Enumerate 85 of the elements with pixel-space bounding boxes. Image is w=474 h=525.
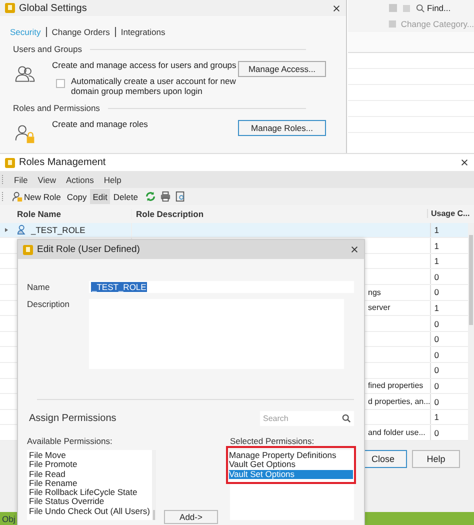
usage-count: 1 — [434, 256, 439, 266]
role-icon — [17, 224, 28, 236]
close-icon[interactable] — [332, 4, 341, 12]
scrollbar[interactable] — [152, 450, 156, 520]
role-description: d properties, an... — [368, 397, 430, 406]
usage-count: 0 — [434, 334, 439, 344]
toolbar-button[interactable]: Copy — [64, 189, 90, 204]
section-heading: Roles and Permissions — [13, 103, 100, 113]
refresh-icon[interactable] — [144, 191, 156, 202]
section-description: Create and manage roles — [52, 119, 149, 129]
role-description: and folder use... — [368, 428, 426, 438]
usage-count: 1 — [434, 240, 439, 251]
search-icon[interactable] — [342, 414, 351, 423]
manage-button[interactable]: Manage Access... — [238, 61, 326, 77]
name-field[interactable]: _TEST_ROLE — [89, 281, 354, 293]
toolbar-button[interactable]: Edit — [90, 189, 110, 204]
column-header[interactable]: Role Name — [11, 208, 131, 219]
users-icon — [14, 63, 36, 85]
list-item[interactable]: Manage Property Definitions — [229, 451, 353, 460]
selected-row[interactable]: _TEST_ROLE 1 — [0, 222, 468, 238]
category-icon — [388, 19, 397, 29]
list-item[interactable]: File Rename — [29, 478, 150, 488]
toolbar-button[interactable]: Delete — [110, 189, 141, 204]
printer-icon[interactable] — [160, 191, 171, 202]
usage-count: 0 — [434, 350, 439, 360]
usage-count: 0 — [434, 396, 439, 407]
description-label: Description — [27, 299, 71, 309]
settings-tab[interactable]: Integrations — [120, 27, 166, 37]
list-item[interactable]: File Rollback LifeCycle State — [29, 488, 150, 498]
usage-count: 0 — [434, 272, 439, 282]
app-icon — [5, 3, 15, 13]
checkbox[interactable] — [56, 79, 65, 88]
menu-item[interactable]: Actions — [60, 174, 99, 184]
find-button[interactable]: Find... — [416, 3, 451, 13]
role-name: _TEST_ROLE — [31, 224, 86, 235]
list-item[interactable]: File Status Override — [29, 497, 150, 507]
window-title: Roles Management — [19, 157, 106, 168]
list-item[interactable]: File Move — [29, 451, 150, 460]
search-icon — [416, 4, 425, 12]
list-label: Available Permissions: — [27, 436, 114, 448]
close-icon[interactable] — [460, 158, 469, 167]
name-value: _TEST_ROLE — [91, 282, 148, 292]
print-preview-icon[interactable] — [174, 191, 186, 202]
user-lock-icon — [12, 191, 23, 202]
menu-item[interactable]: View — [32, 174, 61, 184]
checkbox-label: Automatically create a user account for new domain group members upon login — [71, 76, 237, 96]
menu-item[interactable]: Help — [98, 174, 126, 184]
window-title: Global Settings — [19, 2, 87, 14]
list-label: Selected Permissions: — [230, 436, 316, 448]
app-icon — [23, 244, 33, 254]
toolbar-button[interactable]: New Role — [9, 189, 64, 204]
dialog-title: Edit Role (User Defined) — [37, 244, 140, 255]
column-header[interactable]: Usage C... — [427, 209, 474, 218]
usage-count: 0 — [434, 365, 439, 376]
dialog-button[interactable]: Help — [412, 450, 460, 468]
list-item[interactable]: Vault Set Options — [229, 470, 353, 479]
usage-count: 0 — [434, 428, 439, 438]
add-button[interactable]: Add-> — [164, 510, 218, 524]
usage-count: 0 — [434, 287, 439, 298]
list-item[interactable]: Vault Get Options — [229, 460, 353, 470]
usage-count: 1 — [434, 302, 439, 313]
usage-count: 0 — [434, 380, 439, 391]
role-description: fined properties — [368, 381, 424, 390]
search-field[interactable]: Search — [260, 411, 354, 426]
section-heading: Assign Permissions — [29, 413, 116, 424]
name-label: Name — [27, 282, 51, 292]
column-header[interactable]: Role Description — [131, 208, 427, 219]
user-lock-icon — [14, 122, 36, 144]
usage-count: 1 — [434, 224, 439, 235]
close-icon[interactable] — [350, 245, 359, 254]
settings-tab[interactable]: Change Orders — [52, 27, 110, 37]
expand-icon[interactable] — [2, 226, 8, 233]
role-description: ngs — [368, 288, 381, 297]
section-description: Create and manage access for users and groups — [52, 60, 238, 70]
usage-count: 1 — [434, 412, 439, 422]
list-item[interactable]: File Read — [29, 470, 150, 479]
status-text: Obj — [2, 514, 16, 524]
list-item[interactable]: File Promote — [29, 460, 150, 470]
manage-button[interactable]: Manage Roles... — [238, 120, 326, 136]
role-description: server — [368, 303, 390, 312]
section-heading: Users and Groups — [13, 44, 82, 54]
list-item[interactable]: File Undo Check Out (All Users) — [29, 506, 150, 516]
usage-count: 0 — [434, 318, 439, 329]
app-icon — [5, 158, 15, 168]
menu-item[interactable]: File — [9, 174, 33, 184]
